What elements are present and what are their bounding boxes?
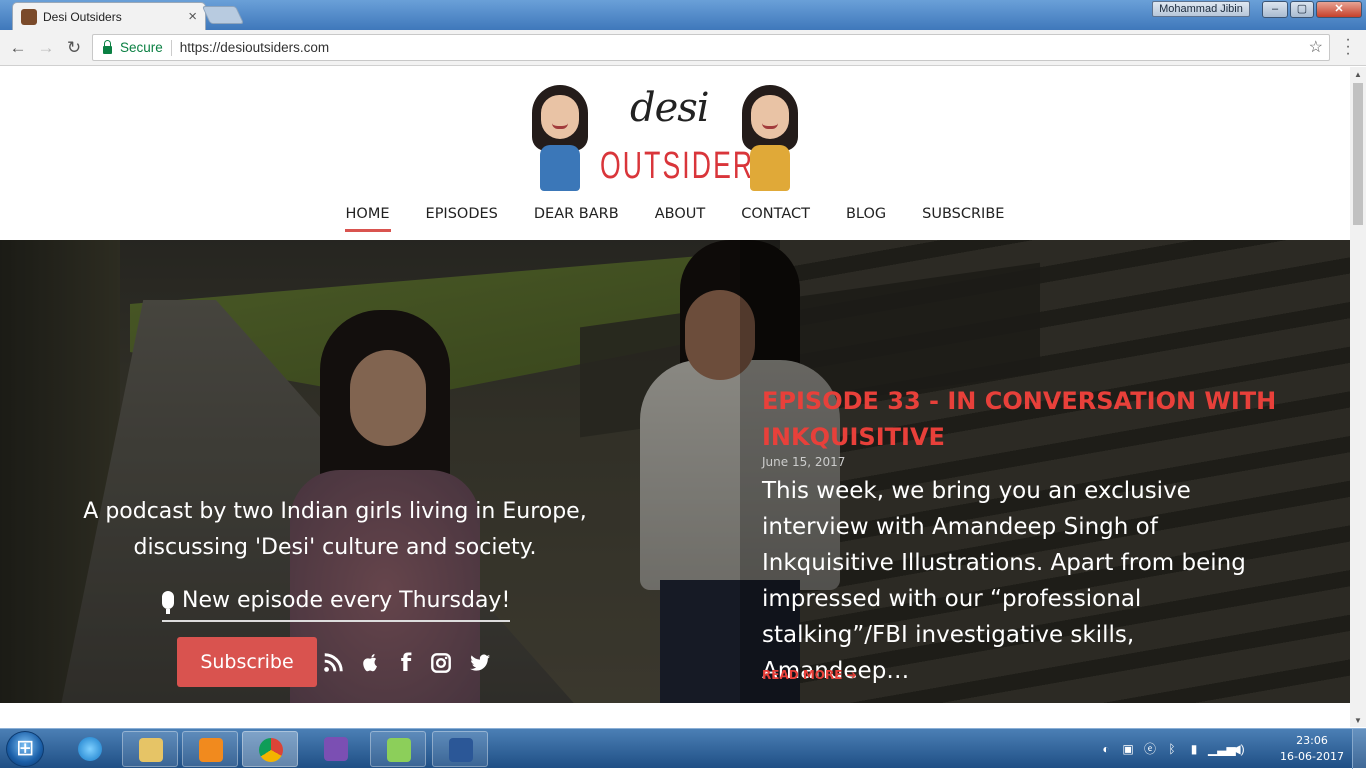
back-icon[interactable]: ← [6, 36, 30, 60]
lock-icon [103, 39, 112, 54]
twitter-icon[interactable] [468, 650, 492, 676]
bookmark-star-icon[interactable]: ☆ [1309, 37, 1323, 57]
nav-about[interactable]: ABOUT [654, 203, 707, 232]
hero-banner: A podcast by two Indian girls living in … [0, 240, 1350, 703]
browser-toolbar: ← → ↻ Secure https://desioutsiders.com ☆… [0, 30, 1366, 66]
web-page: desi OUTSIDERS HOME EPISODES DEAR BARB A… [0, 67, 1350, 727]
apple-icon[interactable] [360, 650, 382, 676]
media-player-icon[interactable] [182, 731, 238, 767]
volume-icon[interactable]: ◀) [1230, 741, 1246, 757]
ie-icon[interactable] [62, 731, 118, 767]
visual-studio-icon[interactable] [308, 731, 364, 767]
new-episode-note: New episode every Thursday! [162, 580, 511, 622]
read-more-link[interactable]: READ MORE ➔ [762, 668, 857, 682]
url-text[interactable]: https://desioutsiders.com [180, 40, 329, 55]
tray-app-icon[interactable]: ▣ [1120, 741, 1136, 757]
notepad-plus-icon[interactable] [370, 731, 426, 767]
avatar-left [530, 85, 590, 193]
battery-icon[interactable]: ▮ [1186, 741, 1202, 757]
minimize-button[interactable]: – [1262, 1, 1288, 18]
nav-home[interactable]: HOME [344, 203, 391, 232]
episode-excerpt: This week, we bring you an exclusive int… [762, 478, 1246, 684]
divider [170, 39, 172, 56]
microphone-icon [162, 591, 174, 614]
facebook-icon[interactable]: f [398, 650, 414, 676]
episode-date: June 15, 2017 [762, 455, 846, 469]
scroll-thumb[interactable] [1353, 83, 1363, 225]
clock-time: 23:06 [1296, 734, 1328, 747]
nav-blog[interactable]: BLOG [845, 203, 887, 232]
show-desktop-button[interactable] [1352, 729, 1366, 769]
episode-title-link[interactable]: EPISODE 33 - IN CONVERSATION WITH INKQUI… [762, 383, 1282, 455]
network-globe-icon[interactable]: ◐ [1098, 741, 1114, 757]
tray-e-icon[interactable]: ⓔ [1142, 741, 1158, 757]
tab-desi-outsiders[interactable]: Desi Outsiders × [12, 2, 206, 30]
nav-subscribe[interactable]: SUBSCRIBE [921, 203, 1005, 232]
page-scrollbar[interactable]: ▲ ▼ [1350, 67, 1366, 727]
windows-taskbar: ◐ ▣ ⓔ ᛒ ▮ ▁▃▅ ◀) 23:06 16-06-2017 [0, 728, 1366, 769]
logo-desi-text: desi [630, 85, 710, 131]
chrome-icon[interactable] [242, 731, 298, 767]
podcast-tagline: A podcast by two Indian girls living in … [83, 499, 587, 560]
site-logo[interactable]: desi OUTSIDERS [530, 83, 805, 195]
address-bar[interactable]: Secure https://desioutsiders.com ☆ [92, 34, 1330, 61]
signal-icon[interactable]: ▁▃▅ [1208, 741, 1236, 757]
scroll-up-icon[interactable]: ▲ [1354, 70, 1362, 79]
new-tab-button[interactable] [201, 6, 245, 24]
nav-contact[interactable]: CONTACT [740, 203, 811, 232]
new-episode-text: New episode every Thursday! [182, 587, 511, 613]
title-bar: Desi Outsiders × Mohammad Jibin – ▢ ✕ [0, 0, 1366, 30]
secure-label: Secure [120, 40, 163, 55]
user-profile-badge[interactable]: Mohammad Jibin [1152, 1, 1250, 17]
site-favicon-icon [21, 8, 37, 25]
browser-menu-icon[interactable]: · · · [1340, 32, 1356, 62]
system-clock[interactable]: 23:06 16-06-2017 [1280, 733, 1344, 765]
reload-icon[interactable]: ↻ [62, 36, 86, 60]
scroll-down-icon[interactable]: ▼ [1354, 716, 1362, 725]
bluetooth-icon[interactable]: ᛒ [1164, 741, 1180, 757]
site-header: desi OUTSIDERS HOME EPISODES DEAR BARB A… [0, 67, 1350, 240]
word-icon[interactable] [432, 731, 488, 767]
instagram-icon[interactable] [430, 650, 452, 676]
close-window-button[interactable]: ✕ [1316, 1, 1362, 18]
tab-title: Desi Outsiders [43, 9, 122, 24]
system-tray: ◐ ▣ ⓔ ᛒ ▮ ▁▃▅ ◀) [1098, 731, 1246, 767]
rss-icon[interactable] [322, 650, 344, 676]
file-manager-icon[interactable] [122, 731, 178, 767]
nav-episodes[interactable]: EPISODES [425, 203, 499, 232]
nav-dear-barb[interactable]: DEAR BARB [533, 203, 620, 232]
forward-icon[interactable]: → [34, 36, 58, 60]
main-nav: HOME EPISODES DEAR BARB ABOUT CONTACT BL… [0, 203, 1350, 232]
clock-date: 16-06-2017 [1280, 750, 1344, 763]
start-button[interactable] [6, 731, 44, 767]
avatar-right [740, 85, 800, 193]
maximize-button[interactable]: ▢ [1290, 1, 1314, 18]
subscribe-button[interactable]: Subscribe [177, 637, 317, 687]
tab-close-icon[interactable]: × [188, 8, 197, 25]
